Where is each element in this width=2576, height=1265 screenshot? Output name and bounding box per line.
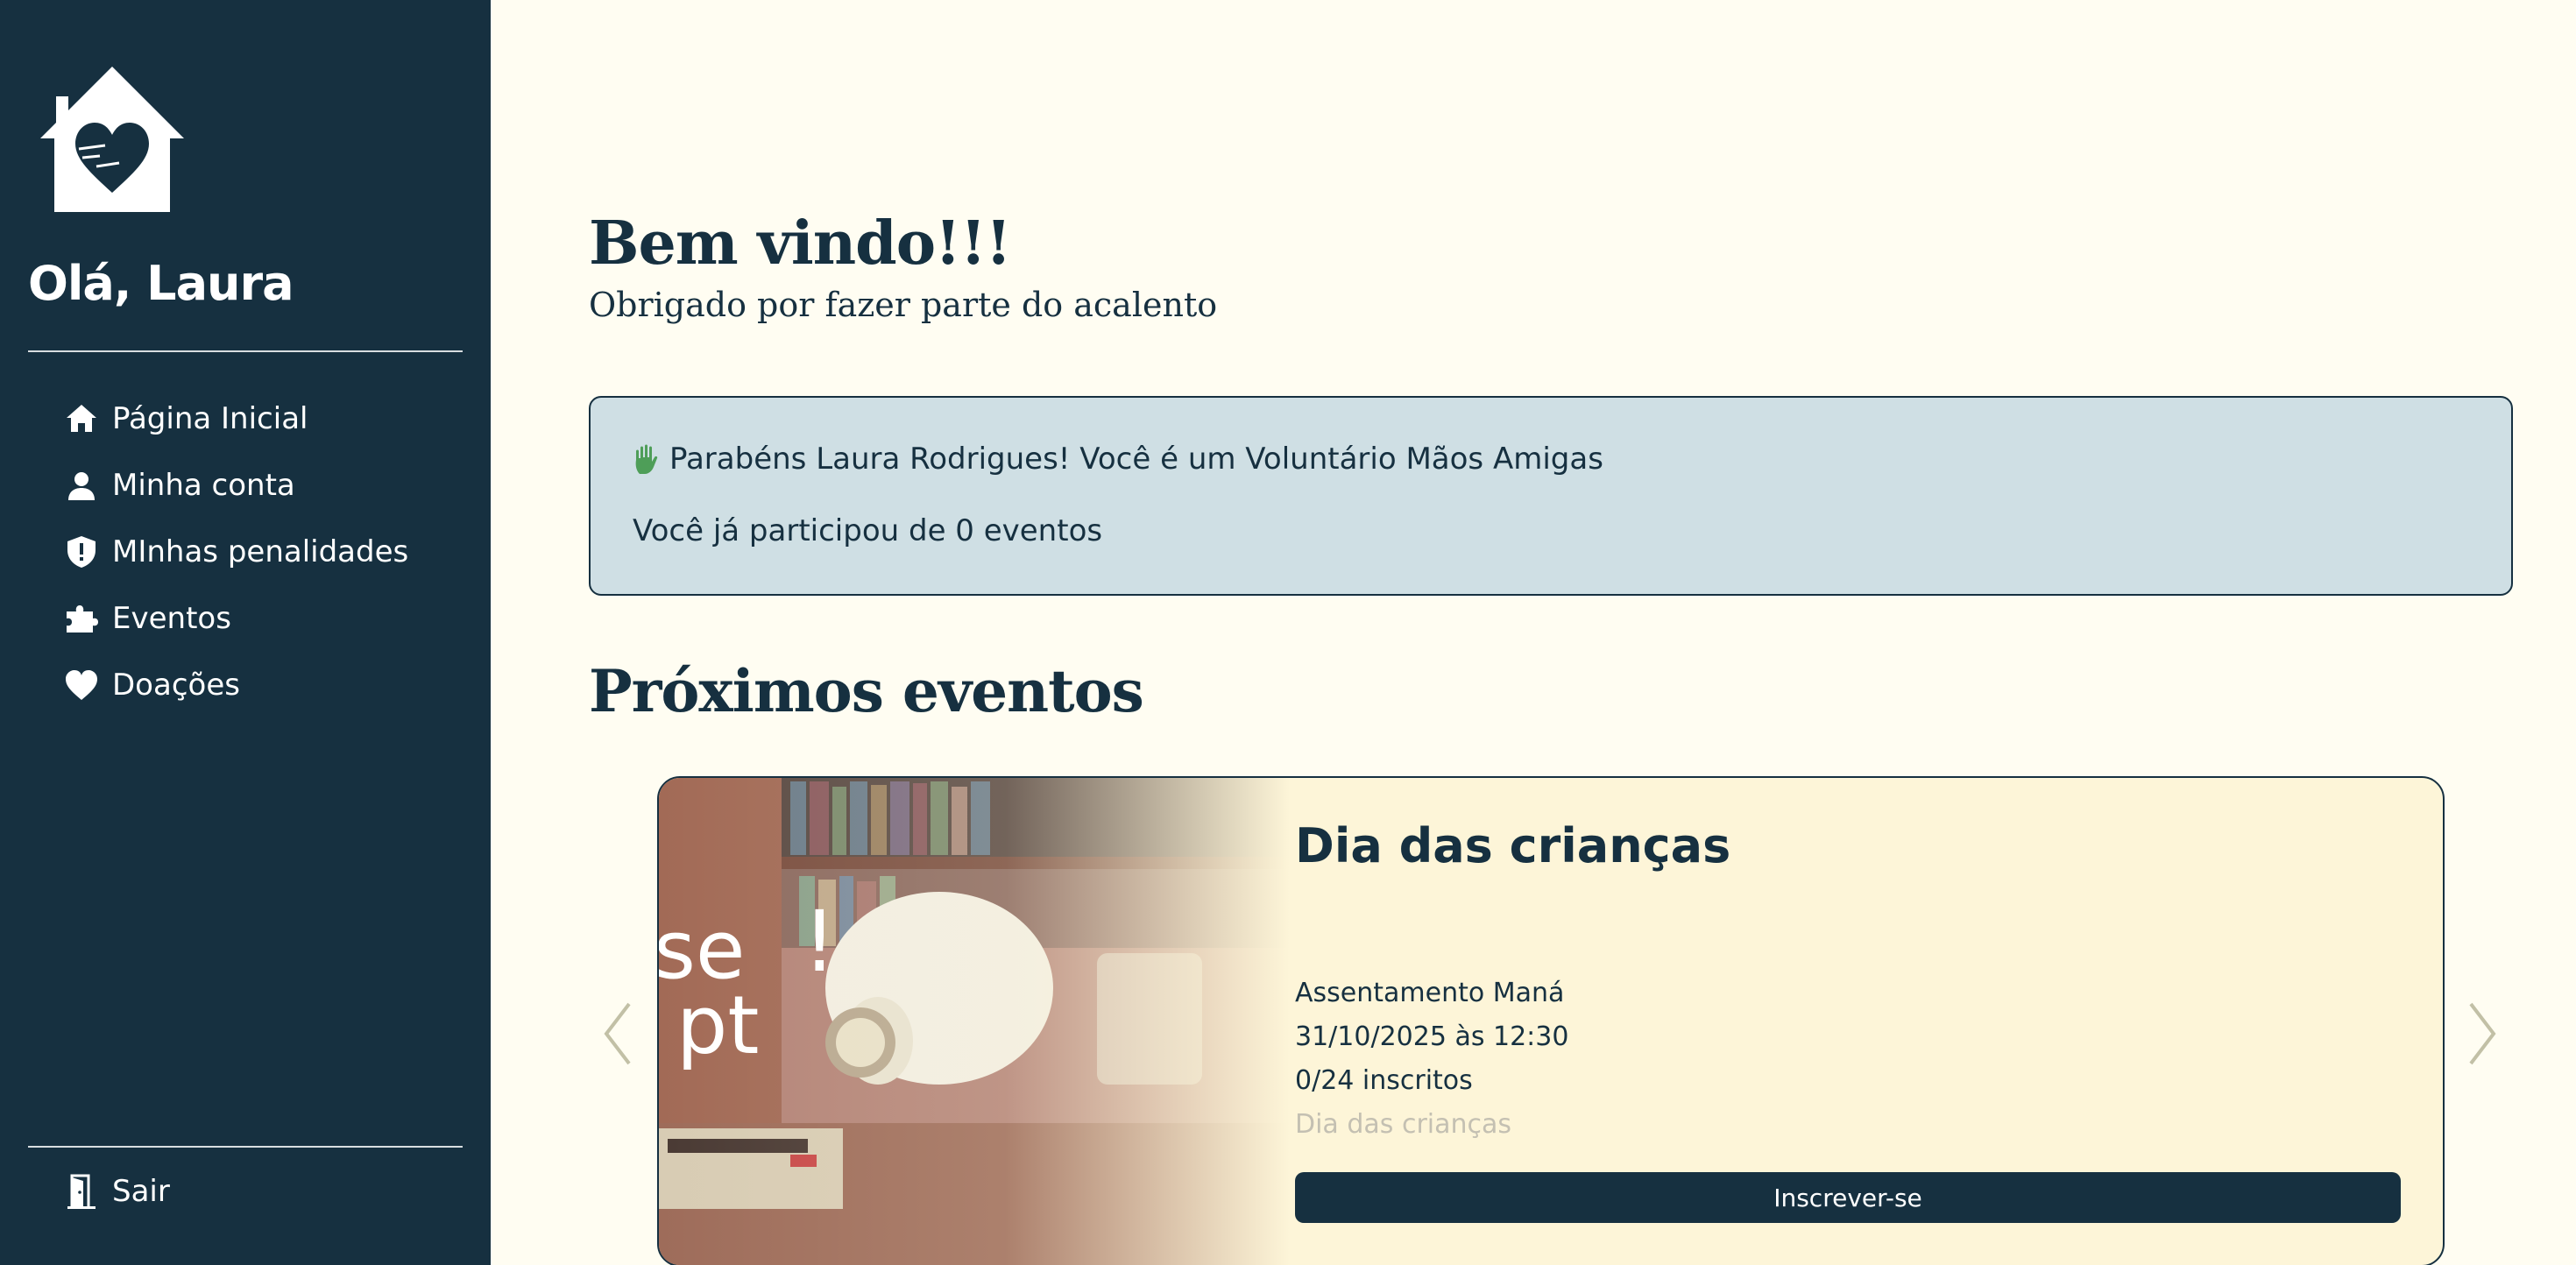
sidebar-item-label: Minha conta xyxy=(112,468,295,503)
house-heart-icon xyxy=(40,67,184,212)
puzzle-icon xyxy=(61,598,102,639)
sidebar-item-account[interactable]: Minha conta xyxy=(61,452,408,519)
sidebar-divider xyxy=(28,1146,463,1148)
carousel-next-button[interactable] xyxy=(2466,999,2501,1069)
page-subtitle: Obrigado por fazer parte do acalento xyxy=(589,286,1218,324)
sidebar-nav: Página Inicial Minha conta MInhas penali… xyxy=(61,385,408,718)
sidebar-item-label: MInhas penalidades xyxy=(112,534,409,569)
user-greeting: Olá, Laura xyxy=(28,256,294,311)
sidebar-item-label: Página Inicial xyxy=(112,401,308,436)
chevron-left-icon xyxy=(604,1002,631,1065)
chevron-right-icon xyxy=(2469,1002,2496,1065)
carousel-prev-button[interactable] xyxy=(599,999,634,1069)
volunteer-message: Parabéns Laura Rodrigues! Você é um Volu… xyxy=(633,442,1603,477)
sidebar: Olá, Laura Página Inicial Minha conta MI… xyxy=(0,0,491,1265)
event-description: Dia das crianças xyxy=(1295,1109,1512,1140)
event-location: Assentamento Maná xyxy=(1295,978,1565,1008)
enroll-button[interactable]: Inscrever-se xyxy=(1295,1172,2401,1223)
event-image: se pt ! xyxy=(659,778,1290,1265)
sidebar-item-label: Doações xyxy=(112,668,240,703)
event-enrollment-count: 0/24 inscritos xyxy=(1295,1065,1473,1096)
sidebar-item-label: Eventos xyxy=(112,601,231,636)
sidebar-divider xyxy=(28,350,463,352)
upcoming-events-title: Próximos eventos xyxy=(589,657,1144,725)
home-icon xyxy=(61,399,102,439)
user-icon xyxy=(61,465,102,505)
door-icon xyxy=(61,1171,102,1212)
sidebar-item-events[interactable]: Eventos xyxy=(61,585,408,652)
logout-label: Sair xyxy=(112,1174,170,1209)
event-card: se pt ! Dia das crianças Assentamento Ma… xyxy=(657,776,2445,1265)
volunteer-info-box: Parabéns Laura Rodrigues! Você é um Volu… xyxy=(589,396,2513,596)
event-datetime: 31/10/2025 às 12:30 xyxy=(1295,1021,1569,1052)
logout-button[interactable]: Sair xyxy=(61,1158,170,1225)
raised-hand-icon xyxy=(633,442,662,476)
volunteer-message-text: Parabéns Laura Rodrigues! Você é um Volu… xyxy=(669,442,1603,477)
shield-alert-icon xyxy=(61,532,102,572)
sidebar-item-penalties[interactable]: MInhas penalidades xyxy=(61,519,408,585)
event-title: Dia das crianças xyxy=(1295,818,1731,873)
participation-count: Você já participou de 0 eventos xyxy=(633,513,1103,548)
heart-icon xyxy=(61,665,102,705)
sidebar-item-home[interactable]: Página Inicial xyxy=(61,385,408,452)
page-title: Bem vindo!!! xyxy=(589,208,1012,279)
sidebar-item-donations[interactable]: Doações xyxy=(61,652,408,718)
main-content: Bem vindo!!! Obrigado por fazer parte do… xyxy=(491,0,2576,1265)
